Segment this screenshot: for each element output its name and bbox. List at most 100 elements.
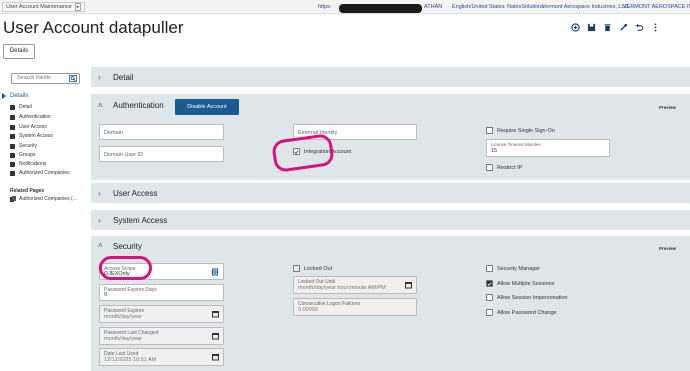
date-last-used-value: 12/12/2025 10:51 AM — [104, 357, 157, 363]
domain-user-id-label: Domain User ID — [104, 152, 144, 158]
sidebar-item-authorized-companies[interactable]: Authorized Companies — [10, 170, 70, 176]
add-icon[interactable] — [571, 23, 580, 32]
sidebar-item-security[interactable]: Security — [10, 143, 37, 149]
related-pages-heading: Related Pages — [10, 188, 45, 194]
preview-link[interactable]: Preview — [659, 105, 676, 110]
chevron-right-icon: › — [98, 72, 101, 82]
password-last-changed-field[interactable]: Password Last Changed month/day/year — [99, 327, 224, 345]
calendar-icon[interactable] — [405, 282, 412, 289]
tab-user-account-maintenance[interactable]: User Account Maintenance ▸ — [2, 2, 86, 12]
undo-icon[interactable] — [635, 23, 644, 32]
details-button[interactable]: Details — [3, 44, 35, 59]
page-title: User Account datapuller — [3, 18, 184, 37]
checkbox-unchecked[interactable] — [486, 309, 493, 316]
license-timeout-value: 15 — [491, 148, 498, 154]
company-link[interactable]: Vermont Aerospace Industries, LLC. — [542, 3, 630, 11]
field-icon — [10, 170, 15, 176]
security-manager-label: Security Manager — [497, 265, 541, 272]
allow-session-impersonation-checkbox[interactable]: Allow Session Impersonation — [486, 294, 568, 301]
url-fragment: https: — [318, 4, 332, 10]
locked-out-checkbox[interactable]: Locked Out — [293, 265, 332, 272]
tenant-link[interactable]: NatesSolutions — [507, 3, 544, 11]
allow-password-change-label: Allow Password Change — [497, 309, 557, 316]
locked-out-until-field[interactable]: Locked Out Until month/day/year hour:min… — [293, 276, 417, 294]
site-link[interactable]: VERMONT AEROSPACE IND., LL — [623, 3, 690, 11]
chevron-right-icon: › — [98, 188, 101, 198]
sidebar-item-authentication[interactable]: Authentication — [10, 114, 51, 120]
allow-session-impersonation-label: Allow Session Impersonation — [497, 294, 568, 301]
actions-icon[interactable] — [619, 23, 628, 32]
save-icon[interactable] — [587, 23, 596, 32]
checkbox-unchecked[interactable] — [486, 265, 493, 272]
password-expires-field[interactable]: Password Expires month/day/year — [99, 305, 224, 323]
calendar-icon[interactable] — [212, 333, 219, 340]
section-title-system-access: System Access — [113, 215, 168, 225]
section-title-security: Security — [113, 242, 142, 251]
chevron-down-icon[interactable]: ˄ — [98, 101, 103, 110]
section-title-user-access: User Access — [113, 188, 158, 198]
search-icon[interactable] — [69, 75, 77, 82]
checkbox-unchecked[interactable] — [486, 294, 493, 301]
more-options-icon[interactable] — [651, 23, 660, 32]
allow-multiple-sessions-label: Allow Multiple Sessions — [497, 280, 555, 287]
sidebar-item-groups[interactable]: Groups — [10, 152, 35, 158]
section-title-authentication: Authentication — [113, 101, 164, 110]
search-placeholder: Search Fields — [17, 75, 51, 81]
domain-label: Domain — [104, 130, 123, 136]
header-toolbar — [571, 23, 660, 32]
sidebar-heading-details[interactable]: Details — [10, 93, 28, 99]
field-icon — [10, 161, 15, 167]
delete-icon[interactable] — [603, 23, 612, 32]
user-name[interactable]: ATHAN — [424, 3, 442, 11]
sidebar-item-detail[interactable]: Detail — [10, 104, 32, 110]
field-icon — [10, 124, 15, 130]
security-manager-checkbox[interactable]: Security Manager — [486, 265, 540, 272]
field-icon — [10, 143, 15, 149]
preview-link[interactable]: Preview — [659, 246, 676, 251]
redacted-block — [339, 4, 422, 13]
consecutive-failures-field: Consecutive Logon Failures 0.00000 — [293, 298, 417, 316]
date-last-used-field[interactable]: Date Last Used 12/12/2025 10:51 AM — [99, 348, 224, 366]
calendar-icon[interactable] — [212, 354, 219, 361]
consecutive-failures-value: 0.00000 — [298, 307, 318, 313]
disable-account-button[interactable]: Disable Account — [175, 99, 239, 115]
section-detail[interactable]: › Detail — [91, 67, 690, 87]
password-expires-days-field[interactable]: Password Expires Days 0 — [99, 284, 224, 301]
field-icon — [10, 133, 15, 139]
annotation-circle — [99, 256, 152, 280]
sidebar-item-notifications[interactable]: Notifications — [10, 161, 46, 167]
checkbox-unchecked[interactable] — [486, 164, 493, 171]
search-fields-input[interactable]: Search Fields — [11, 73, 80, 84]
lookup-icon[interactable] — [212, 268, 219, 275]
locked-out-label: Locked Out — [304, 265, 333, 272]
chevron-right-icon: › — [98, 215, 101, 225]
close-tab-icon[interactable]: ▸ — [74, 3, 82, 11]
password-expires-days-value: 0 — [104, 292, 108, 298]
section-user-access[interactable]: › User Access — [91, 183, 690, 203]
calendar-icon[interactable] — [212, 311, 219, 318]
checkbox-checked[interactable] — [486, 280, 493, 287]
restrict-ip-label: Restrict IP — [497, 164, 523, 171]
restrict-ip-checkbox[interactable]: Restrict IP — [486, 164, 522, 171]
check-icon — [487, 281, 492, 286]
locale-link[interactable]: English/United States — [452, 3, 505, 11]
related-page-authorized-companies[interactable]: Authorized Companies (... — [10, 196, 77, 202]
section-system-access[interactable]: › System Access — [91, 210, 690, 230]
checkbox-unchecked[interactable] — [486, 127, 493, 134]
sidebar-item-system-access[interactable]: System Access — [10, 133, 53, 139]
allow-multiple-sessions-checkbox[interactable]: Allow Multiple Sessions — [486, 280, 554, 287]
section-title-detail: Detail — [113, 72, 134, 82]
chevron-down-icon[interactable]: ˄ — [98, 241, 103, 250]
password-last-changed-value: month/day/year — [104, 336, 142, 342]
field-icon — [10, 114, 15, 120]
require-sso-checkbox[interactable]: Require Single Sign-On — [486, 127, 555, 134]
tab-label: User Account Maintenance — [6, 4, 72, 10]
license-timeout-field[interactable]: License Timeout Minutes 15 — [486, 139, 610, 157]
domain-user-id-field[interactable]: Domain User ID — [99, 146, 224, 162]
page-link-icon — [10, 196, 16, 202]
checkbox-unchecked[interactable] — [293, 265, 300, 272]
sidebar-item-user-access[interactable]: User Access — [10, 124, 47, 130]
domain-field[interactable]: Domain — [99, 124, 224, 140]
locked-out-until-value: month/day/year hour:minute AM/PM — [298, 285, 386, 291]
allow-password-change-checkbox[interactable]: Allow Password Change — [486, 309, 557, 316]
